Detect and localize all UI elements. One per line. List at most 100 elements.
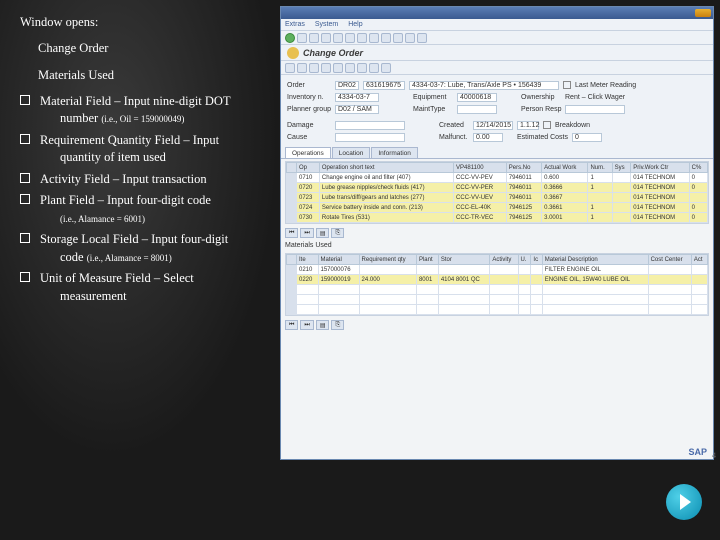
checkbox-icon [20,134,30,144]
app-btn-3[interactable] [309,63,319,73]
equipment-label: Equipment [413,94,453,101]
prev-page-icon[interactable] [381,33,391,43]
planner-group-label: Planner group [287,106,331,113]
order-label: Order [287,82,331,89]
arrow-right-icon [680,494,691,510]
equipment-field[interactable]: 40000618 [457,93,497,102]
sap-change-order-window: Extras System Help Change Order Order [280,6,714,460]
field-item: Plant Field – Input four-digit code(i.e.… [20,192,272,227]
est-costs-label: Estimated Costs [517,134,568,141]
materials-used-label: Materials Used [281,240,713,251]
app-btn-8[interactable] [369,63,379,73]
materials-grid[interactable]: IteMaterialRequirement qtyPlantStorActiv… [286,254,708,315]
ownership-label: Ownership [521,94,561,101]
tab-information[interactable]: Information [371,147,418,158]
slide-number: 4 [712,451,716,460]
app-btn-1[interactable] [285,63,295,73]
order-desc-field[interactable]: 4334-03-7: Lube, Trans/Axle PS • 156439 [409,81,559,90]
order-header-form: Order DR02 631619675 4334-03-7: Lube, Tr… [281,75,713,147]
enter-icon[interactable] [285,33,295,43]
menu-extras[interactable]: Extras [285,21,305,28]
last-meter-label: Last Meter Reading [575,82,636,89]
app-btn-6[interactable] [345,63,355,73]
app-btn-4[interactable] [321,63,331,73]
operations-grid-area: OpOperation short textVP481100Pers.NoAct… [285,161,709,224]
field-list: Material Field – Input nine-digit DOTnum… [20,93,272,306]
planner-group-field[interactable]: D02 / SAM [335,105,379,114]
window-opens-label: Window opens: [20,14,272,32]
person-resp-field[interactable] [565,105,625,114]
sap-logo-icon [287,47,299,59]
field-item: Requirement Quantity Field – Inputquanti… [20,132,272,167]
first-page-icon[interactable] [369,33,379,43]
standard-toolbar [281,31,713,45]
next-page-icon[interactable] [393,33,403,43]
last-page-icon[interactable] [405,33,415,43]
copy-btn[interactable]: ⎘ [331,228,344,238]
save-icon[interactable] [297,33,307,43]
select-all-btn[interactable]: ▤ [316,228,330,238]
mainttype-field[interactable] [457,105,497,114]
window-titlebar [281,7,713,19]
created-time[interactable]: 1.1.12 [517,121,539,130]
order-type-field[interactable]: DR02 [335,81,359,90]
mat-first-btn[interactable]: ⏮ [285,320,298,330]
cancel-icon[interactable] [333,33,343,43]
help-icon[interactable] [417,33,427,43]
malfunct-label: Malfunct. [439,134,469,141]
sap-brand-logo: SAP [688,447,707,457]
malfunct-field[interactable]: 0.00 [473,133,503,142]
damage-field[interactable] [335,121,405,130]
breakdown-label: Breakdown [555,122,590,129]
menu-help[interactable]: Help [348,21,362,28]
mainttype-label: MaintType [413,106,453,113]
menubar: Extras System Help [281,19,713,31]
instruction-panel: Window opens: Change Order Materials Use… [0,0,280,460]
field-item: Unit of Measure Field – Selectmeasuremen… [20,270,272,305]
exit-icon[interactable] [321,33,331,43]
screen-title: Change Order [303,48,363,58]
last-btn[interactable]: ⏭ [300,228,313,238]
checkbox-icon [20,194,30,204]
materials-grid-area: IteMaterialRequirement qtyPlantStorActiv… [285,253,709,316]
mat-copy-btn[interactable]: ⎘ [331,320,344,330]
materials-used-section: Materials Used [38,67,272,85]
checkbox-icon [20,95,30,105]
first-btn[interactable]: ⏮ [285,228,298,238]
app-btn-2[interactable] [297,63,307,73]
screen-title-row: Change Order [281,45,713,61]
grid-button-row: ⏮ ⏭ ▤ ⎘ [281,226,713,240]
last-meter-checkbox[interactable] [563,81,571,89]
breakdown-checkbox[interactable] [543,121,551,129]
order-number-field[interactable]: 631619675 [363,81,405,90]
materials-button-row: ⏮ ⏭ ▤ ⎘ [281,318,713,332]
created-label: Created [439,122,469,129]
checkbox-icon [20,173,30,183]
next-slide-button[interactable] [666,484,702,520]
ownership-value: Rent – Click Wager [565,94,625,101]
field-item: Activity Field – Input transaction [20,171,272,189]
window-control-button[interactable] [695,9,711,17]
damage-label: Damage [287,122,331,129]
mat-last-btn[interactable]: ⏭ [300,320,313,330]
inventory-field[interactable]: 4334-03-7 [335,93,379,102]
mat-select-all-btn[interactable]: ▤ [316,320,330,330]
menu-system[interactable]: System [315,21,338,28]
tab-location[interactable]: Location [332,147,371,158]
tabstrip: Operations Location Information [281,147,713,159]
app-btn-9[interactable] [381,63,391,73]
created-date[interactable]: 12/14/2015 [473,121,513,130]
app-btn-5[interactable] [333,63,343,73]
app-btn-7[interactable] [357,63,367,73]
est-costs-field[interactable]: 0 [572,133,602,142]
tab-operations[interactable]: Operations [285,147,331,158]
back-icon[interactable] [309,33,319,43]
find-icon[interactable] [357,33,367,43]
cause-label: Cause [287,134,331,141]
field-item: Material Field – Input nine-digit DOTnum… [20,93,272,128]
operations-grid[interactable]: OpOperation short textVP481100Pers.NoAct… [286,162,708,223]
inventory-label: Inventory n. [287,94,331,101]
checkbox-icon [20,233,30,243]
print-icon[interactable] [345,33,355,43]
cause-field[interactable] [335,133,405,142]
